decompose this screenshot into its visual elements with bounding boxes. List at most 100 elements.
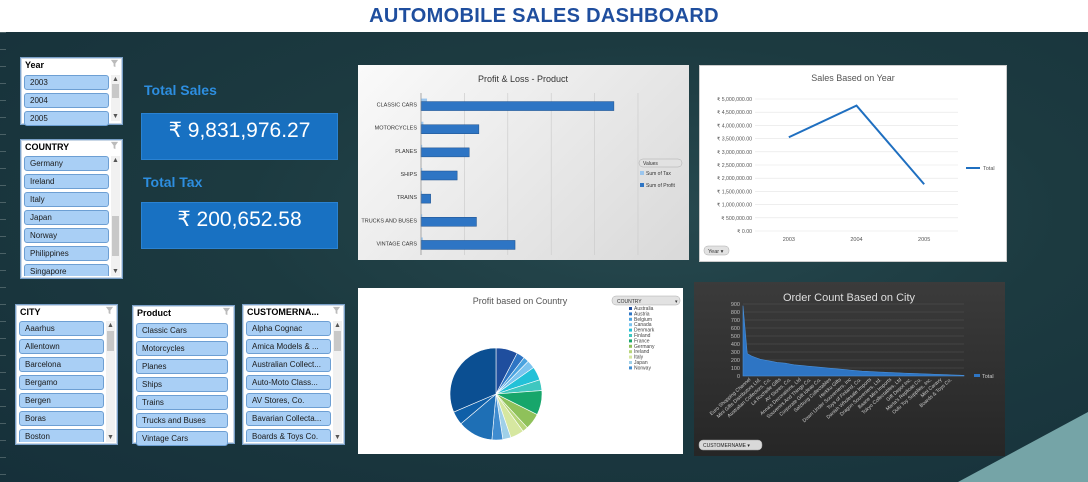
y-tick-label: 700 bbox=[731, 318, 740, 324]
legend-swatch bbox=[629, 307, 632, 310]
slicer-item-customer[interactable]: Bavarian Collecta... bbox=[246, 411, 331, 426]
chart-title: Profit & Loss - Product bbox=[478, 74, 569, 84]
country-slicer-items: Germany Ireland Italy Japan Norway Philippine… bbox=[24, 156, 109, 276]
country-filter-label: COUNTRY bbox=[617, 299, 642, 305]
y-tick-label: ₹ 500,000.00 bbox=[721, 216, 752, 222]
profit-bar bbox=[420, 147, 470, 158]
profit-by-country-chart[interactable]: Profit based on Country COUNTRY ▾ Australia… bbox=[358, 288, 683, 454]
clear-filter-icon[interactable] bbox=[110, 59, 119, 68]
clear-filter-icon[interactable] bbox=[222, 307, 231, 316]
slicer-item-product[interactable]: Trucks and Buses bbox=[136, 413, 228, 428]
year-filter-label: Year ▾ bbox=[708, 249, 724, 255]
product-slicer[interactable]: Product Classic Cars Motorcycles Planes Shi… bbox=[132, 305, 235, 446]
country-slicer[interactable]: COUNTRY Germany Ireland Italy Japan Norway Ph… bbox=[20, 139, 123, 279]
slicer-item-country[interactable]: Italy bbox=[24, 192, 109, 207]
slicer-item-country[interactable]: Japan bbox=[24, 210, 109, 225]
slicer-item-city[interactable]: Boston bbox=[19, 429, 104, 442]
slicer-item-city[interactable]: Bergamo bbox=[19, 375, 104, 390]
city-slicer-scrollbar[interactable]: ▲ ▼ bbox=[106, 321, 115, 442]
year-slicer-title: Year bbox=[25, 60, 45, 70]
slicer-item-country[interactable]: Germany bbox=[24, 156, 109, 171]
total-sales-label: Total Sales bbox=[144, 82, 217, 98]
clear-filter-icon[interactable] bbox=[105, 306, 114, 315]
legend-swatch bbox=[629, 323, 632, 327]
scroll-up-icon[interactable]: ▲ bbox=[106, 321, 115, 330]
area-series-total bbox=[742, 305, 965, 377]
profit-bar bbox=[420, 124, 480, 134]
legend-swatch-total bbox=[974, 374, 980, 377]
y-tick-label: 100 bbox=[731, 366, 740, 372]
category-label: SHIPS bbox=[400, 172, 417, 178]
order-count-city-chart[interactable]: Order Count Based on City 0 100 200 300 400 50… bbox=[694, 282, 1005, 456]
legend-profit: Sum of Profit bbox=[646, 183, 676, 189]
y-tick-label: ₹ 4,500,000.00 bbox=[717, 110, 752, 116]
customer-slicer-scrollbar[interactable]: ▲ ▼ bbox=[333, 321, 342, 442]
dashboard-title: AUTOMOBILE SALES DASHBOARD bbox=[369, 5, 719, 27]
y-tick-label: ₹ 1,000,000.00 bbox=[717, 203, 752, 209]
x-tick-label: 2004 bbox=[850, 237, 862, 243]
y-tick-label: 400 bbox=[731, 342, 740, 348]
slicer-item-customer[interactable]: Auto-Moto Class... bbox=[246, 375, 331, 390]
slicer-item-country[interactable]: Philippines bbox=[24, 246, 109, 261]
slicer-item-product[interactable]: Motorcycles bbox=[136, 341, 228, 356]
profit-by-country-svg: Profit based on Country COUNTRY ▾Australia… bbox=[449, 295, 681, 441]
slicer-item-country[interactable]: Singapore bbox=[24, 264, 109, 276]
clear-filter-icon[interactable] bbox=[110, 141, 119, 150]
scroll-down-icon[interactable]: ▼ bbox=[111, 112, 120, 121]
slicer-item-year[interactable]: 2004 bbox=[24, 93, 109, 108]
y-tick-label: ₹ 0.00 bbox=[737, 229, 752, 235]
total-tax-label: Total Tax bbox=[143, 174, 203, 190]
scroll-up-icon[interactable]: ▲ bbox=[111, 156, 120, 165]
slicer-item-customer[interactable]: AV Stores, Co. bbox=[246, 393, 331, 408]
slicer-item-city[interactable]: Boras bbox=[19, 411, 104, 426]
country-slicer-scrollbar[interactable]: ▲ ▼ bbox=[111, 156, 120, 276]
y-tick-label: 500 bbox=[731, 334, 740, 340]
slicer-item-year[interactable]: 2003 bbox=[24, 75, 109, 90]
slicer-item-country[interactable]: Ireland bbox=[24, 174, 109, 189]
total-tax-value: ₹ 200,652.58 bbox=[141, 202, 338, 249]
city-slicer-title: CITY bbox=[20, 307, 41, 317]
slicer-item-customer[interactable]: Boards & Toys Co. bbox=[246, 429, 331, 442]
scroll-down-icon[interactable]: ▼ bbox=[111, 267, 120, 276]
slicer-item-customer[interactable]: Alpha Cognac bbox=[246, 321, 331, 336]
year-slicer[interactable]: Year 2003 2004 2005 ▲ ▼ bbox=[20, 57, 123, 126]
slicer-item-product[interactable]: Classic Cars bbox=[136, 323, 228, 338]
customer-slicer-title: CUSTOMERNA... bbox=[247, 307, 319, 317]
slicer-item-customer[interactable]: Australian Collect... bbox=[246, 357, 331, 372]
customer-slicer[interactable]: CUSTOMERNA... Alpha Cognac Amica Models &… bbox=[242, 304, 345, 445]
slicer-item-city[interactable]: Bergen bbox=[19, 393, 104, 408]
legend-swatch bbox=[629, 361, 632, 364]
year-slicer-scrollbar[interactable]: ▲ ▼ bbox=[111, 75, 120, 121]
scroll-down-icon[interactable]: ▼ bbox=[106, 433, 115, 442]
series-line-total bbox=[788, 104, 925, 185]
order-count-city-svg: Order Count Based on City 0 100 200 300 400 50… bbox=[698, 292, 994, 451]
legend-title: Values bbox=[643, 161, 658, 167]
slicer-item-city[interactable]: Allentown bbox=[19, 339, 104, 354]
slicer-item-product[interactable]: Vintage Cars bbox=[136, 431, 228, 446]
chart-title: Sales Based on Year bbox=[811, 73, 895, 83]
product-slicer-items: Classic Cars Motorcycles Planes Ships Trains… bbox=[136, 323, 228, 449]
chart-title: Order Count Based on City bbox=[783, 292, 916, 304]
scroll-down-icon[interactable]: ▼ bbox=[333, 433, 342, 442]
profit-loss-product-chart[interactable]: Profit & Loss - Product CLASSIC CARS MOTOR… bbox=[358, 65, 689, 260]
legend-swatch bbox=[629, 355, 632, 359]
scroll-up-icon[interactable]: ▲ bbox=[111, 75, 120, 84]
legend-total: Total bbox=[982, 374, 994, 380]
slicer-item-city[interactable]: Barcelona bbox=[19, 357, 104, 372]
slicer-item-customer[interactable]: Amica Models & ... bbox=[246, 339, 331, 354]
scroll-up-icon[interactable]: ▲ bbox=[333, 321, 342, 330]
slicer-item-year[interactable]: 2005 bbox=[24, 111, 109, 126]
slicer-item-product[interactable]: Planes bbox=[136, 359, 228, 374]
slicer-item-product[interactable]: Ships bbox=[136, 377, 228, 392]
slicer-item-product[interactable]: Trains bbox=[136, 395, 228, 410]
slicer-item-city[interactable]: Aaarhus bbox=[19, 321, 104, 336]
category-label: MOTORCYCLES bbox=[375, 126, 418, 132]
clear-filter-icon[interactable] bbox=[332, 306, 341, 315]
city-slicer[interactable]: CITY Aaarhus Allentown Barcelona Bergamo Ber… bbox=[15, 304, 118, 445]
slicer-item-country[interactable]: Norway bbox=[24, 228, 109, 243]
sales-by-year-chart[interactable]: Sales Based on Year ₹ 0.00 ₹ 500,000.00 ₹ 1… bbox=[699, 65, 1007, 262]
customer-slicer-items: Alpha Cognac Amica Models & ... Australian… bbox=[246, 321, 331, 442]
y-tick-label: 300 bbox=[731, 350, 740, 356]
tax-bar bbox=[421, 121, 424, 125]
profit-bar bbox=[420, 193, 431, 204]
